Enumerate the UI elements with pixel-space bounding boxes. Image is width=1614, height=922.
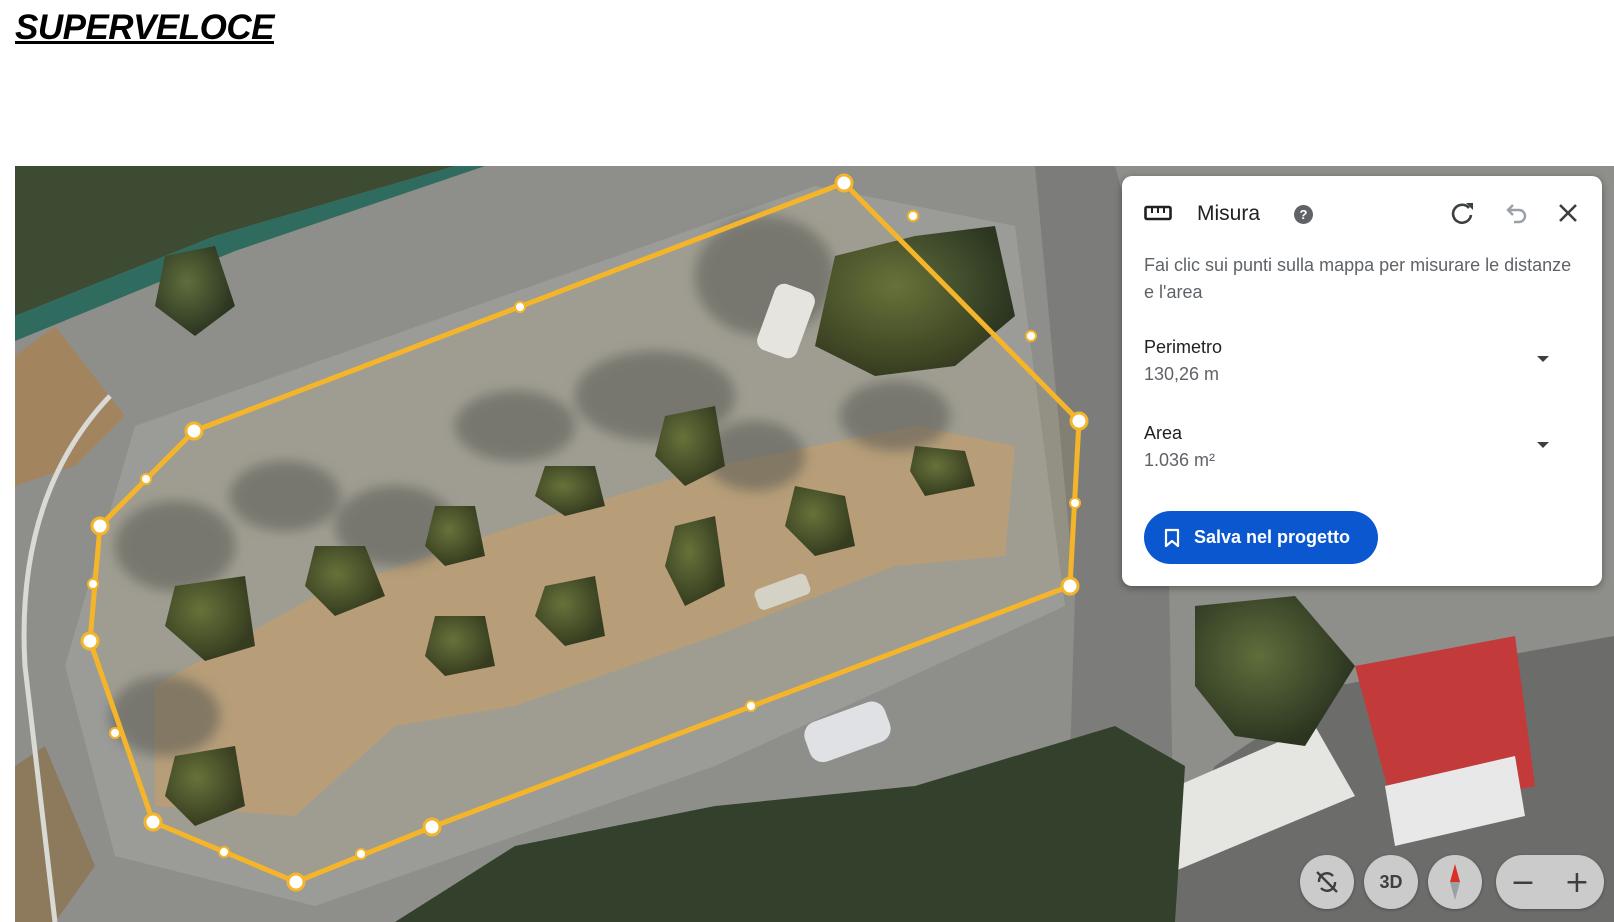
measure-vertex xyxy=(422,817,442,837)
zoom-in-button[interactable]: + xyxy=(1550,855,1604,909)
measure-vertex xyxy=(184,421,204,441)
measure-vertex xyxy=(143,812,163,832)
perimeter-label: Perimetro xyxy=(1144,337,1223,357)
ruler-icon xyxy=(1144,205,1172,221)
measure-midpoint xyxy=(355,848,367,860)
refresh-icon[interactable] xyxy=(1447,198,1477,228)
rotate-off-icon xyxy=(1316,871,1338,893)
question-circle-icon[interactable]: ? xyxy=(1294,205,1313,224)
panel-title: Misura xyxy=(1197,202,1261,225)
measure-vertex xyxy=(80,631,100,651)
view-3d-button[interactable]: 3D xyxy=(1364,855,1418,909)
close-icon[interactable] xyxy=(1553,198,1583,228)
area-label: Area xyxy=(1144,423,1183,443)
area-unit-dropdown[interactable] xyxy=(1537,442,1549,448)
view-3d-label: 3D xyxy=(1379,871,1403,892)
document-title: SUPERVELOCE xyxy=(15,8,275,47)
perimeter-value: 130,26 m xyxy=(1144,364,1220,384)
undo-icon[interactable] xyxy=(1500,198,1530,228)
bookmark-icon xyxy=(1164,528,1180,547)
tilt-toggle-button[interactable] xyxy=(1300,855,1354,909)
measure-midpoint xyxy=(907,210,919,222)
measure-midpoint xyxy=(1025,330,1037,342)
compass-button[interactable] xyxy=(1428,855,1482,909)
zoom-controls: − + xyxy=(1496,855,1604,909)
measure-midpoint xyxy=(514,301,526,313)
measure-vertex xyxy=(834,173,854,193)
measure-midpoint xyxy=(745,700,757,712)
zoom-out-button[interactable]: − xyxy=(1496,855,1550,909)
measure-midpoint xyxy=(218,846,230,858)
save-button-label: Salva nel progetto xyxy=(1194,527,1351,547)
save-to-project-button[interactable]: Salva nel progetto xyxy=(1144,511,1378,564)
measure-vertex xyxy=(1060,576,1080,596)
instruction-text: Fai clic sui punti sulla mappa per misur… xyxy=(1144,255,1572,302)
measure-vertex xyxy=(286,872,306,892)
measure-vertex xyxy=(1069,411,1089,431)
measure-midpoint xyxy=(87,578,99,590)
perimeter-unit-dropdown[interactable] xyxy=(1537,356,1549,362)
measure-midpoint xyxy=(140,473,152,485)
measure-midpoint xyxy=(1069,497,1081,509)
compass-icon xyxy=(1450,864,1460,900)
measure-vertex xyxy=(90,516,110,536)
area-value: 1.036 m² xyxy=(1144,450,1216,470)
measure-panel: Misura ? Fai clic sui punti sulla mappa … xyxy=(1122,176,1602,586)
measure-midpoint xyxy=(109,727,121,739)
